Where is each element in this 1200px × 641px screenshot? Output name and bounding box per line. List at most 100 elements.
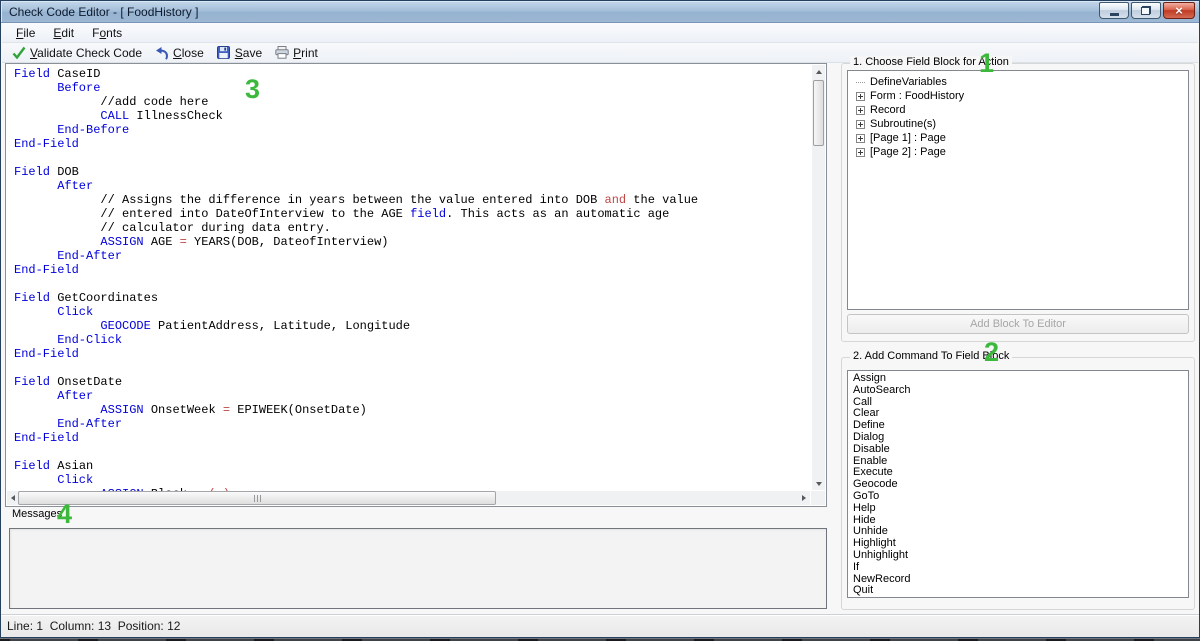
add-block-to-editor-button[interactable]: Add Block To Editor [847, 314, 1189, 334]
command-item-enable[interactable]: Enable [851, 456, 1188, 468]
command-item-call[interactable]: Call [851, 397, 1188, 409]
toolbar-button-label: Print [293, 46, 318, 60]
arrow-up-icon [816, 70, 822, 74]
tree-item-label: DefineVariables [870, 76, 947, 88]
tree-connector-icon [856, 82, 865, 83]
tree-item-label: Record [870, 104, 905, 116]
command-item-quit[interactable]: Quit [851, 585, 1188, 597]
command-group: 2. Add Command To Field Block AssignAuto… [841, 357, 1195, 610]
code-text-area[interactable]: Field CaseID Before //add code here CALL… [6, 64, 812, 491]
scroll-right-button[interactable] [798, 491, 810, 505]
command-list[interactable]: AssignAutoSearchCallClearDefineDialogDis… [847, 370, 1189, 598]
code-line: End-After [14, 249, 812, 263]
code-line: Field GetCoordinates [14, 291, 812, 305]
toolbar: Validate Check Code Close Save Print [2, 43, 1198, 63]
messages-panel [9, 528, 827, 609]
code-line: End-After [14, 417, 812, 431]
messages-label: Messages [12, 508, 62, 520]
tree-item-page-2-page[interactable]: [Page 2] : Page [848, 145, 1188, 159]
close-button[interactable]: Close [148, 45, 210, 61]
field-block-tree[interactable]: DefineVariables Form : FoodHistory RecordS… [847, 70, 1189, 310]
editor-vertical-scrollbar[interactable] [812, 65, 825, 490]
command-item-goto[interactable]: GoTo [851, 491, 1188, 503]
print-icon [274, 46, 289, 60]
code-line [14, 277, 812, 291]
annotation-4: 4 [57, 501, 72, 528]
menu-item-file[interactable]: File [7, 24, 44, 42]
command-item-dialog[interactable]: Dialog [851, 432, 1188, 444]
code-line: End-Field [14, 347, 812, 361]
restore-icon [1141, 6, 1151, 15]
command-item-autosearch[interactable]: AutoSearch [851, 385, 1188, 397]
menu-item-fonts[interactable]: Fonts [83, 24, 131, 42]
scrollbar-corner [811, 491, 825, 505]
tree-item-page-1-page[interactable]: [Page 1] : Page [848, 131, 1188, 145]
scroll-up-button[interactable] [812, 65, 825, 78]
code-line: End-Field [14, 137, 812, 151]
scroll-down-button[interactable] [812, 477, 825, 490]
tree-item-subroutine-s[interactable]: Subroutine(s) [848, 117, 1188, 131]
arrow-left-icon [11, 495, 15, 501]
print-button[interactable]: Print [268, 45, 324, 61]
code-line [14, 445, 812, 459]
validate-check-code-button[interactable]: Validate Check Code [5, 45, 148, 61]
field-block-group: 1. Choose Field Block for Action DefineV… [841, 63, 1195, 342]
arrow-right-icon [802, 495, 806, 501]
command-item-help[interactable]: Help [851, 503, 1188, 515]
menu-item-edit[interactable]: Edit [44, 24, 83, 42]
code-line: Field Asian [14, 459, 812, 473]
code-line: ASSIGN AGE = YEARS(DOB, DateofInterview) [14, 235, 812, 249]
horizontal-scroll-thumb[interactable] [18, 491, 496, 505]
annotation-3: 3 [245, 76, 260, 103]
close-button[interactable]: × [1163, 2, 1195, 19]
command-item-clear[interactable]: Clear [851, 408, 1188, 420]
code-line: After [14, 389, 812, 403]
tree-item-label: [Page 2] : Page [870, 146, 946, 158]
command-item-execute[interactable]: Execute [851, 467, 1188, 479]
close-undo-icon [154, 46, 169, 60]
title-bar[interactable]: Check Code Editor - [ FoodHistory ] × [1, 1, 1199, 23]
code-line [14, 361, 812, 375]
command-item-geocode[interactable]: Geocode [851, 479, 1188, 491]
minimize-button[interactable] [1099, 2, 1129, 19]
command-item-unhighlight[interactable]: Unhighlight [851, 550, 1188, 562]
command-item-newrecord[interactable]: NewRecord [851, 574, 1188, 586]
expand-plus-icon[interactable] [856, 106, 865, 115]
arrow-down-icon [816, 482, 822, 486]
expand-plus-icon[interactable] [856, 148, 865, 157]
status-bar: Line: 1 Column: 13 Position: 12 [1, 614, 1199, 637]
vertical-scroll-thumb[interactable] [813, 80, 824, 146]
editor-horizontal-scrollbar[interactable] [7, 491, 810, 505]
toolbar-button-label: Close [173, 46, 204, 60]
command-item-define[interactable]: Define [851, 420, 1188, 432]
screen: Check Code Editor - [ FoodHistory ] × Fi… [0, 0, 1200, 641]
expand-plus-icon[interactable] [856, 120, 865, 129]
window-title: Check Code Editor - [ FoodHistory ] [9, 5, 198, 19]
tree-item-label: Form : FoodHistory [870, 90, 964, 102]
command-item-if[interactable]: If [851, 562, 1188, 574]
tree-item-record[interactable]: Record [848, 103, 1188, 117]
code-line: // entered into DateOfInterview to the A… [14, 207, 812, 221]
toolbar-button-label: Validate Check Code [30, 46, 142, 60]
code-line: GEOCODE PatientAddress, Latitude, Longit… [14, 319, 812, 333]
save-button[interactable]: Save [210, 45, 268, 61]
expand-plus-icon[interactable] [856, 134, 865, 143]
code-line: After [14, 179, 812, 193]
command-item-disable[interactable]: Disable [851, 444, 1188, 456]
tree-item-definevariables[interactable]: DefineVariables [848, 75, 1188, 89]
code-line: End-Click [14, 333, 812, 347]
validate-check-icon [11, 46, 26, 60]
command-item-hide[interactable]: Hide [851, 515, 1188, 527]
code-line: Field OnsetDate [14, 375, 812, 389]
expand-plus-icon[interactable] [856, 92, 865, 101]
code-line: CALL IllnessCheck [14, 109, 812, 123]
menu-bar: FileEditFonts [2, 23, 1198, 43]
annotation-2: 2 [984, 339, 999, 366]
code-line: // Assigns the difference in years betwe… [14, 193, 812, 207]
toolbar-button-label: Save [235, 46, 262, 60]
command-item-unhide[interactable]: Unhide [851, 526, 1188, 538]
restore-button[interactable] [1131, 2, 1161, 19]
save-icon [216, 46, 231, 60]
code-editor[interactable]: Field CaseID Before //add code here CALL… [5, 63, 827, 507]
tree-item-form-foodhistory[interactable]: Form : FoodHistory [848, 89, 1188, 103]
